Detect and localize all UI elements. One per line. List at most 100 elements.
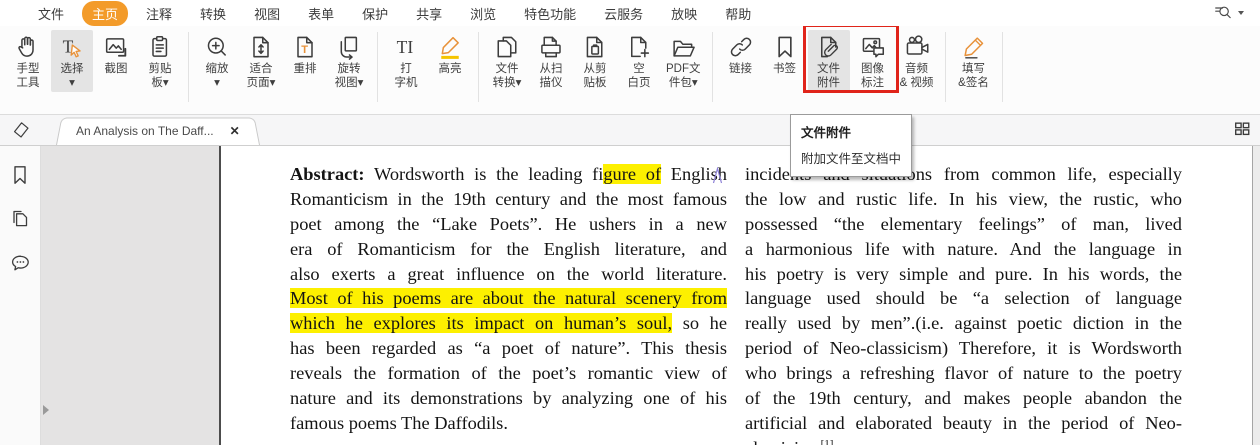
- text-line: a harmonious life with nature. And the l…: [745, 237, 1182, 262]
- text-segment: classicism: [745, 438, 821, 445]
- hand-tool-button[interactable]: 手型 工具: [7, 30, 49, 92]
- button-label: 链接: [729, 62, 752, 76]
- bookmarks-panel-button[interactable]: [8, 163, 32, 187]
- tooltip-description: 附加文件至文档中: [801, 148, 901, 167]
- comments-panel-button[interactable]: [8, 251, 32, 275]
- button-label: 重排: [294, 62, 317, 76]
- snapshot-button[interactable]: 截图: [95, 30, 137, 78]
- highlight-annotation: Most of his poems are about the natural …: [290, 288, 727, 308]
- text-line: Abstract: Wordsworth is the leading figu…: [290, 162, 727, 187]
- hand-icon: [14, 33, 42, 61]
- vertical-scrollbar[interactable]: [1252, 141, 1260, 445]
- link-icon: [727, 33, 755, 61]
- chevron-down-icon: [1238, 11, 1244, 15]
- clipboard-button[interactable]: 剪贴 板▾: [139, 30, 181, 92]
- menu-cloud[interactable]: 云服务: [594, 1, 653, 26]
- image-annotation-button[interactable]: 图像 标注: [852, 30, 894, 92]
- select-button[interactable]: T选择 ▾: [51, 30, 93, 92]
- text-segment: era of Romanticism for the English liter…: [290, 239, 727, 259]
- search-button[interactable]: [1213, 3, 1260, 23]
- typewriter-button[interactable]: TI 打 字机: [385, 30, 427, 92]
- button-label: 缩放 ▾: [206, 62, 229, 90]
- button-label: 图像 标注: [861, 62, 884, 90]
- select-icon: T: [58, 33, 86, 61]
- toolbar-divider: [712, 32, 713, 102]
- panel-expand-handle[interactable]: [43, 405, 49, 415]
- pdf-portfolio-button[interactable]: PDF文 件包▾: [662, 30, 705, 92]
- menu-form[interactable]: 表单: [298, 1, 344, 26]
- comment-icon: [8, 251, 32, 275]
- text-line: really used by men”.(i.e. against poetic…: [745, 311, 1182, 336]
- text-segment: artificial and elaborated beauty in the …: [745, 413, 1182, 433]
- menu-help[interactable]: 帮助: [715, 1, 761, 26]
- menu-browse[interactable]: 浏览: [460, 1, 506, 26]
- menu-share[interactable]: 共享: [406, 1, 452, 26]
- rotate-view-button[interactable]: 旋转 视图▾: [328, 30, 370, 92]
- tooltip-title: 文件附件: [801, 122, 901, 141]
- button-label: 空 白页: [628, 62, 651, 90]
- text-line: famous poems The Daffodils.: [290, 411, 727, 436]
- zoom-button[interactable]: 缩放 ▾: [196, 30, 238, 92]
- blank-page-button[interactable]: 空 白页: [618, 30, 660, 92]
- pages-icon: [8, 207, 32, 231]
- eraser-icon[interactable]: [10, 119, 32, 141]
- close-icon[interactable]: ✕: [230, 124, 240, 138]
- text-segment: has been regarded as “a poet of nature”.…: [290, 338, 727, 358]
- menu-convert[interactable]: 转换: [190, 1, 236, 26]
- toolbar-divider: [945, 32, 946, 102]
- portfolio-icon: [669, 33, 697, 61]
- reflow-icon: T: [291, 33, 319, 61]
- video-camera-icon: [903, 33, 931, 61]
- audio-video-button[interactable]: 音频 & 视频: [896, 30, 938, 92]
- text-line: Most of his poems are about the natural …: [290, 286, 727, 311]
- grid-layout-icon[interactable]: [1233, 120, 1251, 138]
- menu-home[interactable]: 主页: [82, 1, 128, 26]
- text-segment: Abstract:: [290, 164, 365, 184]
- button-label: 打 字机: [395, 62, 418, 90]
- document-tab[interactable]: An Analysis on The Daff... ✕: [56, 116, 260, 145]
- text-segment: of the 19th century, and makes people ab…: [745, 388, 1182, 408]
- link-button[interactable]: 链接: [720, 30, 762, 78]
- from-clipboard-button[interactable]: 从剪 贴板: [574, 30, 616, 92]
- button-label: 音频 & 视频: [900, 62, 934, 90]
- bookmark-icon: [771, 33, 799, 61]
- scanner-icon: [537, 33, 565, 61]
- menubar: 文件主页注释转换视图表单保护共享浏览特色功能云服务放映帮助: [0, 0, 1260, 26]
- menu-file[interactable]: 文件: [28, 1, 74, 26]
- reflow-button[interactable]: T重排: [284, 30, 326, 78]
- text-segment: the low and rustic life. In his view, th…: [745, 189, 1182, 209]
- red-framed-group: 文件 附件图像 标注: [807, 30, 895, 92]
- button-label: 选择 ▾: [61, 62, 84, 90]
- fill-sign-button[interactable]: 填写 &签名: [953, 30, 995, 92]
- svg-text:TI: TI: [397, 37, 414, 57]
- text-segment: reveals the formation of the poet’s roma…: [290, 363, 727, 383]
- button-label: 填写 &签名: [958, 62, 989, 90]
- text-segment: [1]: [821, 438, 834, 445]
- menu-protect[interactable]: 保护: [352, 1, 398, 26]
- page-plus-icon: [625, 33, 653, 61]
- menu-view[interactable]: 视图: [244, 1, 290, 26]
- from-scanner-button[interactable]: 从扫 描仪: [530, 30, 572, 92]
- button-label: 从剪 贴板: [584, 62, 607, 90]
- text-line: classicism[1]: [745, 436, 1182, 445]
- clipboard-icon: [146, 33, 174, 61]
- file-attachment-button[interactable]: 文件 附件: [808, 30, 850, 92]
- page-clipboard-icon: [581, 33, 609, 61]
- bookmark-button[interactable]: 书签: [764, 30, 806, 78]
- text-segment: Wordsworth is the leading fi: [365, 164, 604, 184]
- text-segment: famous poems The Daffodils.: [290, 413, 508, 433]
- button-label: 书签: [773, 62, 796, 76]
- highlight-button[interactable]: 高亮: [429, 30, 471, 78]
- file-convert-button[interactable]: 文件 转换▾: [486, 30, 528, 92]
- text-line: has been regarded as “a poet of nature”.…: [290, 336, 727, 361]
- menu-comment[interactable]: 注释: [136, 1, 182, 26]
- typewriter-icon: TI: [392, 33, 420, 61]
- menu-slideshow[interactable]: 放映: [661, 1, 707, 26]
- button-label: PDF文 件包▾: [666, 62, 701, 90]
- menu-features[interactable]: 特色功能: [514, 1, 586, 26]
- fit-page-button[interactable]: 适合 页面▾: [240, 30, 282, 92]
- text-line: language used should be “a selection of …: [745, 286, 1182, 311]
- button-label: 文件 附件: [817, 62, 840, 90]
- pages-panel-button[interactable]: [8, 207, 32, 231]
- text-segment: who brings a refreshing flavor of nature…: [745, 363, 1182, 383]
